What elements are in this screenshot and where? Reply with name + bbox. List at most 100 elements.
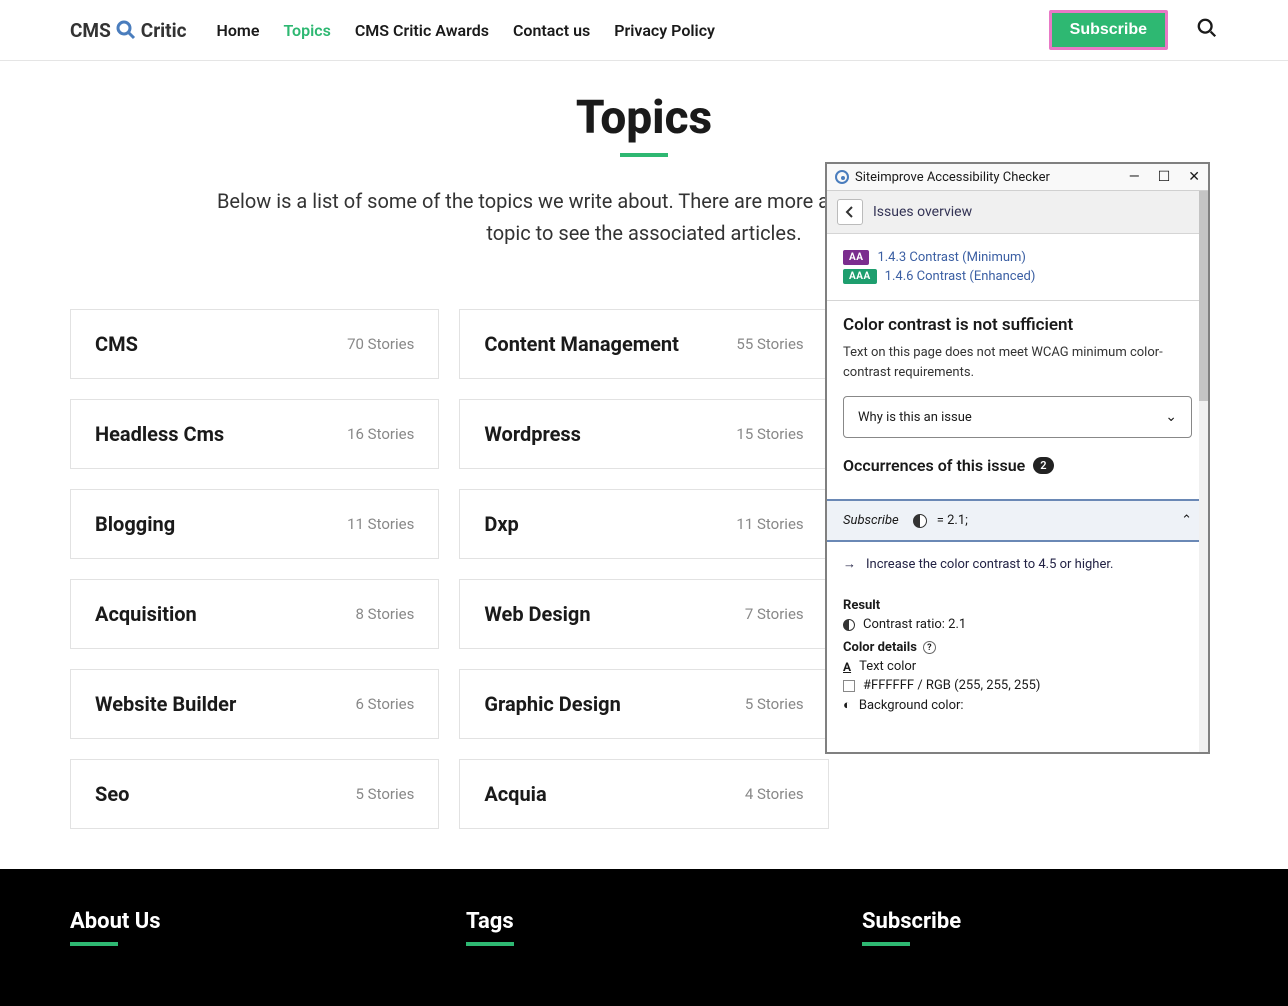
result-block: Result Contrast ratio: 2.1 Color details…	[827, 586, 1208, 727]
occurrences-count: 2	[1033, 457, 1053, 474]
topic-card[interactable]: Acquia 4 Stories	[459, 759, 828, 829]
topic-card[interactable]: Web Design 7 Stories	[459, 579, 828, 649]
topic-name: Acquisition	[95, 602, 197, 626]
rule-text: 1.4.3 Contrast (Minimum)	[877, 250, 1026, 265]
topic-card[interactable]: Graphic Design5 Stories	[459, 669, 828, 739]
topic-count: 11 Stories	[347, 515, 414, 533]
fill-icon: ◐	[843, 697, 851, 713]
logo-text-post: Critic	[141, 19, 187, 42]
topic-card[interactable]: Website Builder 6 Stories	[70, 669, 439, 739]
footer-subscribe-title: Subscribe	[862, 909, 961, 946]
rule-row[interactable]: AAA 1.4.6 Contrast (Enhanced)	[843, 269, 1192, 284]
logo-text-pre: CMS	[70, 19, 111, 42]
scrollbar-track[interactable]	[1199, 191, 1208, 752]
topic-count: 5 Stories	[745, 695, 804, 713]
topic-name: Wordpress	[484, 422, 581, 446]
why-label: Why is this an issue	[858, 410, 972, 425]
topic-card[interactable]: Wordpress 15 Stories	[459, 399, 828, 469]
why-expander[interactable]: Why is this an issue ⌄	[843, 396, 1192, 438]
accessibility-checker-panel: Siteimprove Accessibility Checker — ☐ ✕ …	[825, 162, 1210, 754]
result-heading: Result	[843, 598, 1192, 613]
footer-tags-title: Tags	[466, 909, 514, 946]
site-logo[interactable]: CMS Critic	[70, 18, 187, 42]
maximize-icon[interactable]: ☐	[1158, 169, 1171, 185]
occurrence-text: Subscribe	[843, 513, 899, 528]
topic-card[interactable]: Dxp 11 Stories	[459, 489, 828, 559]
nav-privacy[interactable]: Privacy Policy	[614, 21, 715, 40]
nav-topics[interactable]: Topics	[283, 21, 330, 40]
topic-count: 5 Stories	[356, 785, 415, 803]
footer-about: About Us	[70, 909, 426, 946]
rule-text: 1.4.6 Contrast (Enhanced)	[885, 269, 1036, 284]
color-details-heading: Color details	[843, 640, 917, 655]
issue-block: Color contrast is not sufficient Text on…	[827, 301, 1208, 485]
back-button[interactable]	[837, 199, 863, 225]
topic-count: 4 Stories	[745, 785, 804, 803]
header-right: Subscribe	[1049, 10, 1218, 50]
topic-card[interactable]: Content Management 55 Stories	[459, 309, 828, 379]
rules-block: AA 1.4.3 Contrast (Minimum) AAA 1.4.6 Co…	[827, 234, 1208, 301]
color-swatch	[843, 680, 855, 692]
nav-home[interactable]: Home	[217, 21, 260, 40]
panel-titlebar[interactable]: Siteimprove Accessibility Checker — ☐ ✕	[827, 164, 1208, 191]
subscribe-button[interactable]: Subscribe	[1049, 10, 1168, 50]
topic-card[interactable]: Seo5 Stories	[70, 759, 439, 829]
occurrence-value: = 2.1;	[937, 513, 1171, 528]
search-icon[interactable]	[1196, 17, 1218, 43]
topic-count: 7 Stories	[745, 605, 804, 623]
panel-body: Issues overview AA 1.4.3 Contrast (Minim…	[827, 191, 1208, 752]
nav-contact[interactable]: Contact us	[513, 21, 590, 40]
topic-name: Acquia	[484, 782, 546, 806]
page-title: Topics	[0, 91, 1288, 157]
topic-count: 8 Stories	[356, 605, 415, 623]
siteimprove-icon	[835, 170, 849, 184]
topic-card[interactable]: Blogging 11 Stories	[70, 489, 439, 559]
topic-name: CMS	[95, 332, 138, 356]
topic-count: 6 Stories	[356, 695, 415, 713]
back-label[interactable]: Issues overview	[873, 204, 972, 220]
topic-name: Web Design	[484, 602, 590, 626]
topic-name: Blogging	[95, 512, 175, 536]
topic-count: 11 Stories	[736, 515, 803, 533]
chevron-down-icon: ⌄	[1165, 409, 1177, 425]
wcag-badge-aa: AA	[843, 250, 869, 265]
topic-card[interactable]: Headless Cms 16 Stories	[70, 399, 439, 469]
site-header: CMS Critic Home Topics CMS Critic Awards…	[0, 0, 1288, 61]
scrollbar-thumb[interactable]	[1199, 191, 1208, 401]
main-nav: Home Topics CMS Critic Awards Contact us…	[217, 21, 1049, 40]
footer-subscribe: Subscribe	[862, 909, 1218, 946]
contrast-ratio-text: Contrast ratio: 2.1	[863, 617, 966, 632]
issue-title: Color contrast is not sufficient	[843, 315, 1192, 335]
nav-awards[interactable]: CMS Critic Awards	[355, 21, 489, 40]
occurrences-heading: Occurrences of this issue 2	[843, 456, 1192, 475]
topic-count: 70 Stories	[347, 335, 414, 353]
issue-description: Text on this page does not meet WCAG min…	[843, 343, 1192, 382]
topic-name: Website Builder	[95, 692, 236, 716]
topic-name: Headless Cms	[95, 422, 224, 446]
back-row: Issues overview	[827, 191, 1208, 234]
occurrence-item[interactable]: Subscribe = 2.1; ⌃	[827, 499, 1208, 542]
topic-name: Dxp	[484, 512, 518, 536]
wcag-badge-aaa: AAA	[843, 269, 877, 284]
close-icon[interactable]: ✕	[1188, 169, 1200, 185]
topic-count: 16 Stories	[347, 425, 414, 443]
magnifier-icon	[114, 18, 138, 42]
topic-card[interactable]: CMS 70 Stories	[70, 309, 439, 379]
occurrences-label: Occurrences of this issue	[843, 456, 1025, 475]
window-controls: — ☐ ✕	[1129, 169, 1200, 185]
bg-color-label: Background color:	[859, 698, 964, 713]
text-color-value: #FFFFFF / RGB (255, 255, 255)	[863, 678, 1040, 693]
text-color-icon: A	[843, 660, 851, 674]
footer-tags: Tags	[466, 909, 822, 946]
rule-row[interactable]: AA 1.4.3 Contrast (Minimum)	[843, 250, 1192, 265]
topic-name: Content Management	[484, 332, 679, 356]
topic-count: 55 Stories	[736, 335, 803, 353]
arrow-right-icon: →	[843, 556, 856, 572]
chevron-up-icon: ⌃	[1181, 513, 1192, 528]
suggestion-row: → Increase the color contrast to 4.5 or …	[827, 542, 1208, 586]
contrast-icon	[913, 514, 927, 528]
minimize-icon[interactable]: —	[1129, 169, 1140, 185]
help-icon[interactable]: ?	[923, 641, 936, 654]
topic-card[interactable]: Acquisition 8 Stories	[70, 579, 439, 649]
topic-count: 15 Stories	[736, 425, 803, 443]
